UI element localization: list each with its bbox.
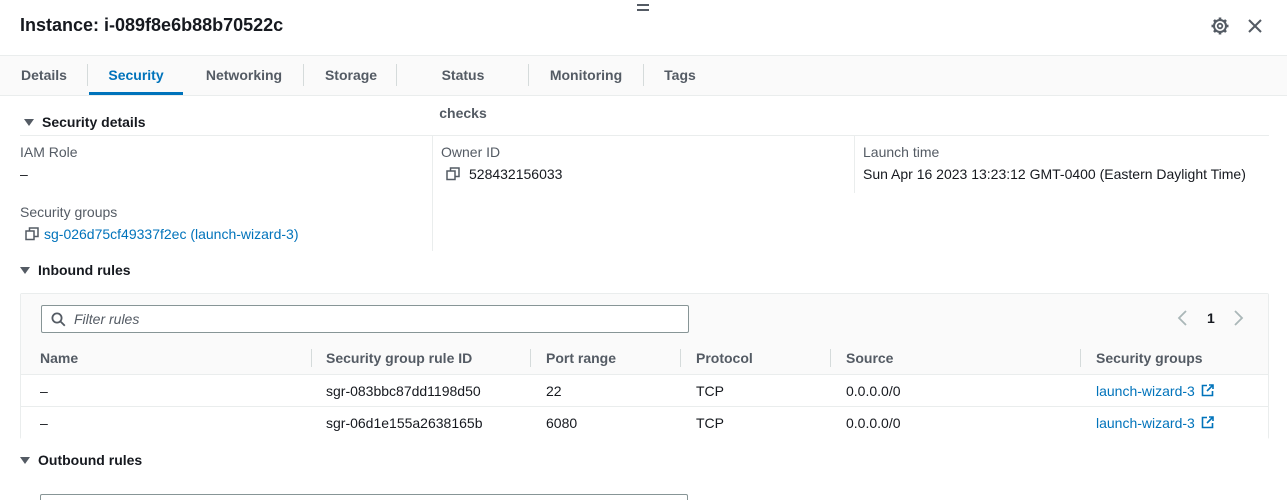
column-header-protocol[interactable]: Protocol: [696, 350, 753, 366]
cell-protocol: TCP: [696, 415, 724, 431]
gear-icon[interactable]: [1209, 15, 1231, 37]
cell-rule-id: sgr-083bbc87dd1198d50: [326, 383, 481, 399]
cell-name: –: [40, 415, 48, 431]
chevron-left-icon[interactable]: [1176, 308, 1190, 328]
panel-header: Instance: i-089f8e6b88b70522c: [0, 0, 1287, 56]
chevron-right-icon[interactable]: [1231, 308, 1245, 328]
column-resizer[interactable]: [680, 349, 681, 367]
tab-separator: [303, 64, 304, 86]
owner-id-value: 528432156033: [469, 166, 563, 182]
table-toolbar: 1: [21, 294, 1268, 343]
security-group-link[interactable]: launch-wizard-3: [1096, 383, 1214, 399]
column-header-port-range[interactable]: Port range: [546, 350, 616, 366]
drag-handle-icon[interactable]: [637, 4, 651, 12]
cell-source: 0.0.0.0/0: [846, 415, 901, 431]
security-group-link-label: launch-wizard-3: [1096, 383, 1195, 399]
security-group-link[interactable]: launch-wizard-3: [1096, 415, 1214, 431]
cell-port-range: 6080: [546, 415, 578, 431]
iam-role-value: –: [20, 166, 28, 182]
page-number[interactable]: 1: [1207, 310, 1215, 326]
cell-name: –: [40, 383, 48, 399]
copy-icon[interactable]: [25, 227, 39, 241]
tab-networking[interactable]: Networking: [204, 56, 284, 96]
launch-time-label: Launch time: [863, 144, 940, 160]
iam-role-label: IAM Role: [20, 144, 78, 160]
column-resizer[interactable]: [1080, 349, 1081, 367]
tab-tags[interactable]: Tags: [664, 56, 696, 96]
outbound-rules-heading: Outbound rules: [38, 452, 143, 468]
active-tab-indicator: [89, 92, 183, 95]
tab-separator: [87, 64, 88, 86]
security-details-toggle[interactable]: Security details: [24, 114, 146, 130]
column-resizer[interactable]: [530, 349, 531, 367]
column-header-rule-id[interactable]: Security group rule ID: [326, 350, 472, 366]
tab-security[interactable]: Security: [89, 56, 183, 96]
column-resizer[interactable]: [311, 349, 312, 367]
security-group-link[interactable]: sg-026d75cf49337f2ec (launch-wizard-3): [44, 226, 298, 242]
security-groups-label: Security groups: [20, 204, 118, 220]
filter-rules-input[interactable]: [74, 311, 674, 327]
inbound-rules-table: 1 Name Security group rule ID Port range…: [20, 293, 1269, 439]
tab-status-checks[interactable]: Status checks: [417, 56, 509, 121]
caret-down-icon: [24, 119, 34, 126]
divider: [20, 135, 1269, 136]
tab-separator: [396, 64, 397, 86]
column-header-security-groups[interactable]: Security groups: [1096, 350, 1203, 366]
cell-port-range: 22: [546, 383, 562, 399]
cell-source: 0.0.0.0/0: [846, 383, 901, 399]
outbound-filter-field[interactable]: [40, 494, 688, 500]
security-group-link-label: launch-wizard-3: [1096, 415, 1195, 431]
table-header-row: Name Security group rule ID Port range P…: [21, 343, 1268, 375]
tab-storage[interactable]: Storage: [324, 56, 378, 96]
cell-protocol: TCP: [696, 383, 724, 399]
copy-icon[interactable]: [446, 167, 460, 181]
inbound-rules-heading: Inbound rules: [38, 262, 131, 278]
page-title: Instance: i-089f8e6b88b70522c: [20, 15, 284, 35]
launch-time-value: Sun Apr 16 2023 13:23:12 GMT-0400 (Easte…: [863, 166, 1246, 182]
tab-separator: [643, 64, 644, 86]
tab-monitoring[interactable]: Monitoring: [549, 56, 623, 96]
tab-details[interactable]: Details: [20, 56, 68, 96]
caret-down-icon: [20, 457, 30, 464]
filter-rules-field[interactable]: [41, 305, 689, 333]
tab-separator: [528, 64, 529, 86]
outbound-rules-toggle[interactable]: Outbound rules: [20, 452, 142, 468]
column-header-name[interactable]: Name: [40, 350, 78, 366]
column-divider: [854, 136, 855, 193]
external-link-icon: [1201, 416, 1214, 429]
external-link-icon: [1201, 384, 1214, 397]
inbound-rules-toggle[interactable]: Inbound rules: [20, 262, 131, 278]
table-row: – sgr-083bbc87dd1198d50 22 TCP 0.0.0.0/0…: [21, 375, 1268, 407]
column-header-source[interactable]: Source: [846, 350, 893, 366]
close-icon[interactable]: [1244, 15, 1266, 37]
column-resizer[interactable]: [830, 349, 831, 367]
search-icon: [51, 312, 66, 327]
caret-down-icon: [20, 267, 30, 274]
security-details-heading: Security details: [42, 114, 146, 130]
table-row: – sgr-06d1e155a2638165b 6080 TCP 0.0.0.0…: [21, 407, 1268, 439]
cell-rule-id: sgr-06d1e155a2638165b: [326, 415, 483, 431]
column-divider: [432, 136, 433, 251]
owner-id-label: Owner ID: [441, 144, 501, 160]
